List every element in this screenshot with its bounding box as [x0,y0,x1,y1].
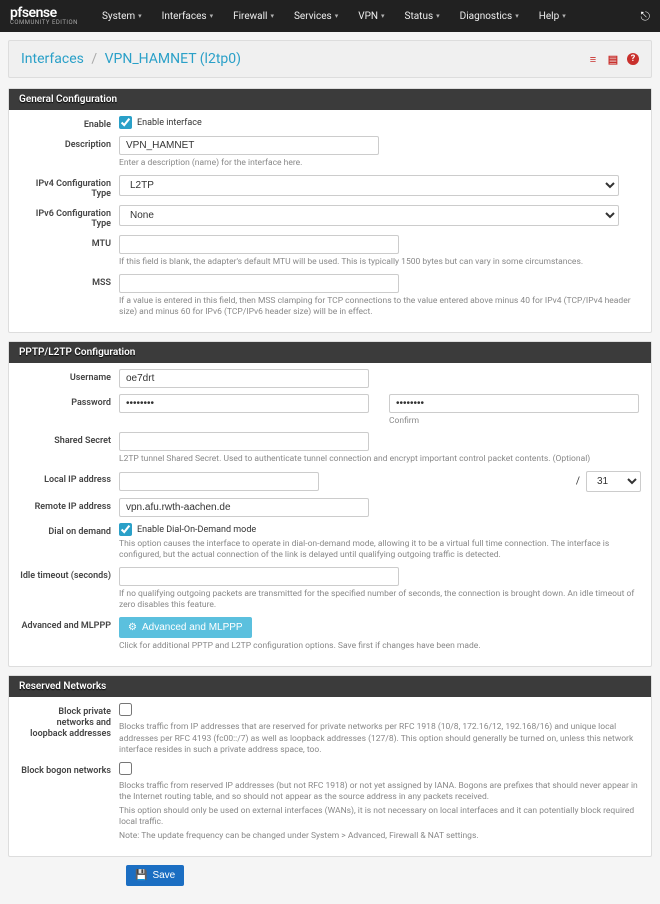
brand-logo[interactable]: pfsense COMMUNITY EDITION [10,6,78,26]
localip-netmask-select[interactable]: 31 [586,471,641,492]
dod-label: Dial on demand [19,523,119,537]
username-input[interactable] [119,369,369,388]
password-confirm-input[interactable] [389,394,639,413]
idle-label: Idle timeout (seconds) [19,567,119,581]
localip-input[interactable] [119,472,319,491]
secret-label: Shared Secret [19,432,119,446]
nav-services[interactable]: Services▾ [284,11,348,22]
panel-general-head: General Configuration [9,89,651,110]
idle-help: If no qualifying outgoing packets are tr… [119,589,641,611]
dod-help: This option causes the interface to oper… [119,539,641,561]
nav-interfaces[interactable]: Interfaces▾ [152,11,223,22]
list-icon[interactable]: ▤ [607,53,619,65]
username-label: Username [19,369,119,383]
save-icon: 💾 [135,870,147,881]
blockbogon-checkbox[interactable] [119,762,132,775]
logout-icon[interactable]: ⎋ [641,9,651,24]
mss-input[interactable] [119,274,399,293]
caret-icon: ▾ [381,12,385,20]
ipv6type-select[interactable]: None [119,205,619,226]
breadcrumb-bar: Interfaces / VPN_HAMNET (l2tp0) ≡ ▤ ? [8,40,652,78]
caret-icon: ▾ [210,12,214,20]
mtu-label: MTU [19,235,119,249]
panel-reserved: Reserved Networks Block private networks… [8,675,652,856]
enable-label: Enable [19,116,119,130]
mss-help: If a value is entered in this field, the… [119,296,641,318]
blockbogon-help3: Note: The update frequency can be change… [119,831,641,842]
mtu-help: If this field is blank, the adapter's de… [119,257,641,268]
localip-slash: / [576,476,580,487]
ipv4type-label: IPv4 Configuration Type [19,175,119,199]
blockbogon-help2: This option should only be used on exter… [119,806,641,828]
advanced-mlppp-button[interactable]: ⚙ Advanced and MLPPP [119,617,252,638]
nav-firewall[interactable]: Firewall▾ [223,11,284,22]
blockbogon-label: Block bogon networks [19,762,119,776]
dod-checkbox[interactable] [119,523,132,536]
panel-reserved-head: Reserved Networks [9,676,651,697]
localip-label: Local IP address [19,471,119,485]
caret-icon: ▾ [270,12,274,20]
gear-icon: ⚙ [128,622,137,633]
mss-label: MSS [19,274,119,288]
description-input[interactable] [119,136,379,155]
description-help: Enter a description (name) for the inter… [119,158,641,169]
blockbogon-help1: Blocks traffic from reserved IP addresse… [119,781,641,803]
caret-icon: ▾ [335,12,339,20]
enable-checkbox[interactable] [119,116,132,129]
breadcrumb-root[interactable]: Interfaces [21,51,84,67]
brand-sub: COMMUNITY EDITION [10,20,78,26]
panel-pptp: PPTP/L2TP Configuration Username Passwor… [8,341,652,667]
enable-text: Enable interface [137,118,202,128]
caret-icon: ▾ [436,12,440,20]
password-confirm-label: Confirm [389,416,639,426]
status-log-icon[interactable]: ≡ [587,53,599,65]
nav-status[interactable]: Status▾ [395,11,450,22]
mtu-input[interactable] [119,235,399,254]
blockpriv-help: Blocks traffic from IP addresses that ar… [119,722,641,755]
ipv6type-label: IPv6 Configuration Type [19,205,119,229]
advanced-label: Advanced and MLPPP [19,617,119,631]
remoteip-input[interactable] [119,498,369,517]
ipv4type-select[interactable]: L2TP [119,175,619,196]
nav-system[interactable]: System▾ [92,11,152,22]
breadcrumb-current[interactable]: VPN_HAMNET (l2tp0) [105,51,241,67]
help-icon[interactable]: ? [627,53,639,65]
panel-pptp-head: PPTP/L2TP Configuration [9,342,651,363]
save-button[interactable]: 💾 Save [126,865,184,886]
nav-vpn[interactable]: VPN▾ [348,11,394,22]
caret-icon: ▾ [562,12,566,20]
idle-input[interactable] [119,567,399,586]
breadcrumb: Interfaces / VPN_HAMNET (l2tp0) [21,51,241,67]
caret-icon: ▾ [138,12,142,20]
blockpriv-checkbox[interactable] [119,703,132,716]
top-navbar: pfsense COMMUNITY EDITION System▾ Interf… [0,0,660,32]
brand-main: pfsense [10,6,78,20]
secret-help: L2TP tunnel Shared Secret. Used to authe… [119,454,641,465]
blockpriv-label: Block private networks and loopback addr… [19,703,119,739]
advanced-help: Click for additional PPTP and L2TP confi… [119,641,641,652]
panel-general: General Configuration Enable Enable inte… [8,88,652,333]
caret-icon: ▾ [515,12,519,20]
password-input[interactable] [119,394,369,413]
password-label: Password [19,394,119,408]
secret-input[interactable] [119,432,369,451]
nav-items: System▾ Interfaces▾ Firewall▾ Services▾ … [92,11,576,22]
nav-help[interactable]: Help▾ [529,11,576,22]
dod-text: Enable Dial-On-Demand mode [137,525,256,535]
nav-diagnostics[interactable]: Diagnostics▾ [450,11,529,22]
description-label: Description [19,136,119,150]
remoteip-label: Remote IP address [19,498,119,512]
